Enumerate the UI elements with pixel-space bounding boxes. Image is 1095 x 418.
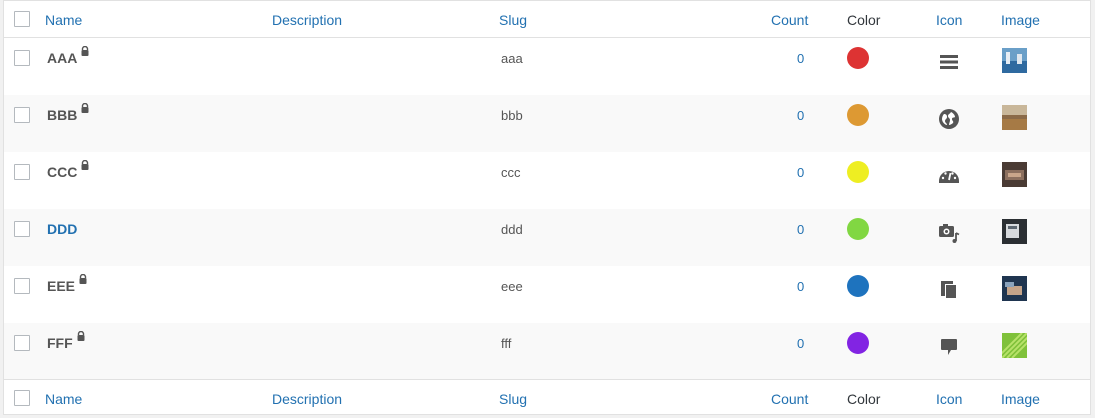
- term-name-label: EEE: [47, 278, 76, 294]
- term-name[interactable]: AAA: [47, 46, 89, 66]
- select-all-checkbox-footer[interactable]: [14, 390, 30, 406]
- term-name[interactable]: DDD: [47, 221, 77, 237]
- row-checkbox[interactable]: [14, 278, 30, 294]
- color-swatch: [847, 275, 869, 297]
- term-slug: ddd: [501, 222, 523, 237]
- term-image-thumbnail[interactable]: [1002, 48, 1027, 73]
- term-name-label: CCC: [47, 164, 78, 180]
- column-footer-color: Color: [847, 391, 881, 407]
- lock-icon: [81, 103, 89, 113]
- term-name[interactable]: EEE: [47, 274, 87, 294]
- row-checkbox[interactable]: [14, 50, 30, 66]
- column-header-image[interactable]: Image: [1001, 12, 1040, 28]
- term-slug: fff: [501, 336, 512, 351]
- term-name-label: FFF: [47, 335, 73, 351]
- column-footer-description[interactable]: Description: [272, 391, 342, 407]
- color-swatch: [847, 47, 869, 69]
- term-name-label: DDD: [47, 221, 78, 237]
- column-header-description[interactable]: Description: [272, 12, 342, 28]
- table-row: DDD ddd 0: [4, 209, 1090, 266]
- color-swatch: [847, 332, 869, 354]
- column-footer-count[interactable]: Count: [771, 391, 808, 407]
- term-name-label: AAA: [47, 50, 78, 66]
- globe-icon: [939, 109, 959, 129]
- term-slug: bbb: [501, 108, 523, 123]
- comment-icon: [941, 339, 957, 355]
- term-count-link[interactable]: 0: [797, 336, 804, 351]
- color-swatch: [847, 218, 869, 240]
- term-slug: eee: [501, 279, 523, 294]
- select-all-checkbox[interactable]: [14, 11, 30, 27]
- row-checkbox[interactable]: [14, 107, 30, 123]
- column-footer-slug[interactable]: Slug: [499, 391, 527, 407]
- column-header-count[interactable]: Count: [771, 12, 808, 28]
- term-image-thumbnail[interactable]: [1002, 333, 1027, 358]
- copy-icon: [941, 281, 957, 299]
- media-icon: [939, 224, 960, 243]
- term-slug: aaa: [501, 51, 523, 66]
- term-count-link[interactable]: 0: [797, 222, 804, 237]
- table-row: EEE eee 0: [4, 266, 1090, 323]
- term-image-thumbnail[interactable]: [1002, 162, 1027, 187]
- term-name[interactable]: BBB: [47, 103, 89, 123]
- row-checkbox[interactable]: [14, 221, 30, 237]
- table-row: FFF fff 0: [4, 323, 1090, 380]
- table-header: Name Description Slug Count Color Icon I…: [4, 1, 1090, 38]
- column-header-color: Color: [847, 12, 881, 28]
- table-row: CCC ccc 0: [4, 152, 1090, 209]
- color-swatch: [847, 104, 869, 126]
- term-image-thumbnail[interactable]: [1002, 276, 1027, 301]
- lock-icon: [81, 160, 89, 170]
- lock-icon: [79, 274, 87, 284]
- column-header-slug[interactable]: Slug: [499, 12, 527, 28]
- term-count-link[interactable]: 0: [797, 279, 804, 294]
- color-swatch: [847, 161, 869, 183]
- column-footer-image[interactable]: Image: [1001, 391, 1040, 407]
- lock-icon: [77, 331, 85, 341]
- term-slug: ccc: [501, 165, 521, 180]
- column-footer-icon[interactable]: Icon: [936, 391, 962, 407]
- column-header-icon[interactable]: Icon: [936, 12, 962, 28]
- table-footer: Name Description Slug Count Color Icon I…: [4, 379, 1090, 416]
- menu-icon: [940, 55, 958, 69]
- row-checkbox[interactable]: [14, 335, 30, 351]
- terms-table: Name Description Slug Count Color Icon I…: [3, 0, 1091, 415]
- term-image-thumbnail[interactable]: [1002, 219, 1027, 244]
- term-name[interactable]: FFF: [47, 331, 85, 351]
- table-row: AAA aaa 0: [4, 38, 1090, 95]
- term-image-thumbnail[interactable]: [1002, 105, 1027, 130]
- term-count-link[interactable]: 0: [797, 51, 804, 66]
- table-row: BBB bbb 0: [4, 95, 1090, 152]
- lock-icon: [81, 46, 89, 56]
- column-header-name[interactable]: Name: [45, 12, 82, 28]
- term-name[interactable]: CCC: [47, 160, 89, 180]
- term-count-link[interactable]: 0: [797, 165, 804, 180]
- dashboard-icon: [939, 171, 959, 183]
- row-checkbox[interactable]: [14, 164, 30, 180]
- term-name-label: BBB: [47, 107, 78, 123]
- column-footer-name[interactable]: Name: [45, 391, 82, 407]
- term-count-link[interactable]: 0: [797, 108, 804, 123]
